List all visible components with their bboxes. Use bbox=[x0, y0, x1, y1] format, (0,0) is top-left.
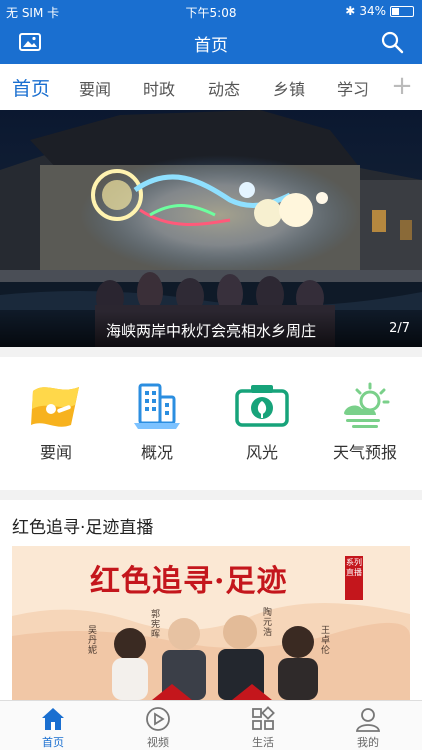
status-bar: 无 SIM 卡 下午5:08 ✱ 34% bbox=[0, 0, 422, 22]
home-icon bbox=[42, 708, 64, 730]
tabbar-item-video[interactable]: 视频 bbox=[123, 705, 193, 750]
grid-item-scenery[interactable]: 风光 bbox=[217, 381, 307, 463]
grid-item-weather[interactable]: 天气预报 bbox=[320, 381, 410, 463]
guest-name: 陶元浩 bbox=[263, 608, 273, 638]
tab-news[interactable]: 要闻 bbox=[79, 76, 111, 100]
grid-item-news[interactable]: 要闻 bbox=[11, 381, 101, 463]
weather-icon bbox=[336, 382, 394, 435]
live-poster[interactable]: 红色追寻·足迹 系列直播 吴丹妮 郭宪晖 陶元浩 王卓伦 bbox=[12, 546, 410, 700]
camera-icon bbox=[233, 385, 291, 435]
tabbar-label: 生活 bbox=[252, 736, 274, 749]
tabbar-label: 我的 bbox=[357, 736, 379, 749]
grid-label: 概况 bbox=[140, 443, 173, 462]
poster-headline: 红色追寻·足迹 bbox=[90, 564, 288, 599]
top-nav: 首页 bbox=[0, 22, 422, 64]
grid-label: 风光 bbox=[245, 443, 278, 462]
bluetooth-icon: ✱ bbox=[345, 4, 356, 18]
building-icon bbox=[128, 383, 186, 435]
play-icon bbox=[146, 707, 170, 731]
guest-name: 王卓伦 bbox=[321, 626, 331, 656]
tab-updates[interactable]: 动态 bbox=[208, 76, 240, 100]
apps-icon bbox=[252, 706, 275, 730]
channel-tabs: 首页 要闻 时政 动态 乡镇 学习 + bbox=[0, 64, 422, 110]
banner-caption: 海峡两岸中秋灯会亮相水乡周庄 bbox=[105, 322, 316, 340]
grid-label: 天气预报 bbox=[332, 443, 397, 462]
battery-percent: 34% bbox=[359, 4, 386, 18]
tabbar-label: 视频 bbox=[147, 736, 169, 749]
guest-name: 郭宪晖 bbox=[151, 610, 161, 640]
carousel-page-indicator: 2/7 bbox=[389, 321, 410, 336]
tab-study[interactable]: 学习 bbox=[337, 76, 369, 100]
tabbar-item-me[interactable]: 我的 bbox=[333, 705, 403, 750]
search-icon[interactable] bbox=[380, 30, 406, 56]
battery-icon bbox=[390, 5, 414, 17]
grid-item-overview[interactable]: 概况 bbox=[112, 381, 202, 463]
tabbar-item-home[interactable]: 首页 bbox=[18, 705, 88, 750]
featured-carousel[interactable]: 海峡两岸中秋灯会亮相水乡周庄 2/7 bbox=[0, 110, 422, 347]
bottom-tab-bar: 首页 视频 生活 我的 bbox=[0, 700, 422, 750]
poster-badge: 系列直播 bbox=[346, 558, 362, 577]
tab-home[interactable]: 首页 bbox=[12, 74, 50, 101]
person-icon bbox=[355, 708, 381, 732]
tabbar-item-life[interactable]: 生活 bbox=[228, 705, 298, 750]
news-flag-icon bbox=[27, 387, 85, 435]
tab-politics[interactable]: 时政 bbox=[143, 76, 175, 100]
section-title: 红色追寻·足迹直播 bbox=[12, 518, 154, 538]
page-title: 首页 bbox=[194, 36, 228, 56]
quick-access-grid: 要闻 概况 风光 天气预报 bbox=[0, 357, 422, 490]
tabbar-label: 首页 bbox=[42, 736, 64, 749]
add-channel-button[interactable]: + bbox=[382, 64, 422, 110]
tab-towns[interactable]: 乡镇 bbox=[273, 76, 305, 100]
live-section: 红色追寻·足迹直播 红色追寻·足迹 系列直播 吴丹妮 郭宪晖 陶元浩 王卓伦 bbox=[0, 500, 422, 700]
guest-name: 吴丹妮 bbox=[88, 626, 98, 656]
grid-label: 要闻 bbox=[39, 443, 72, 462]
